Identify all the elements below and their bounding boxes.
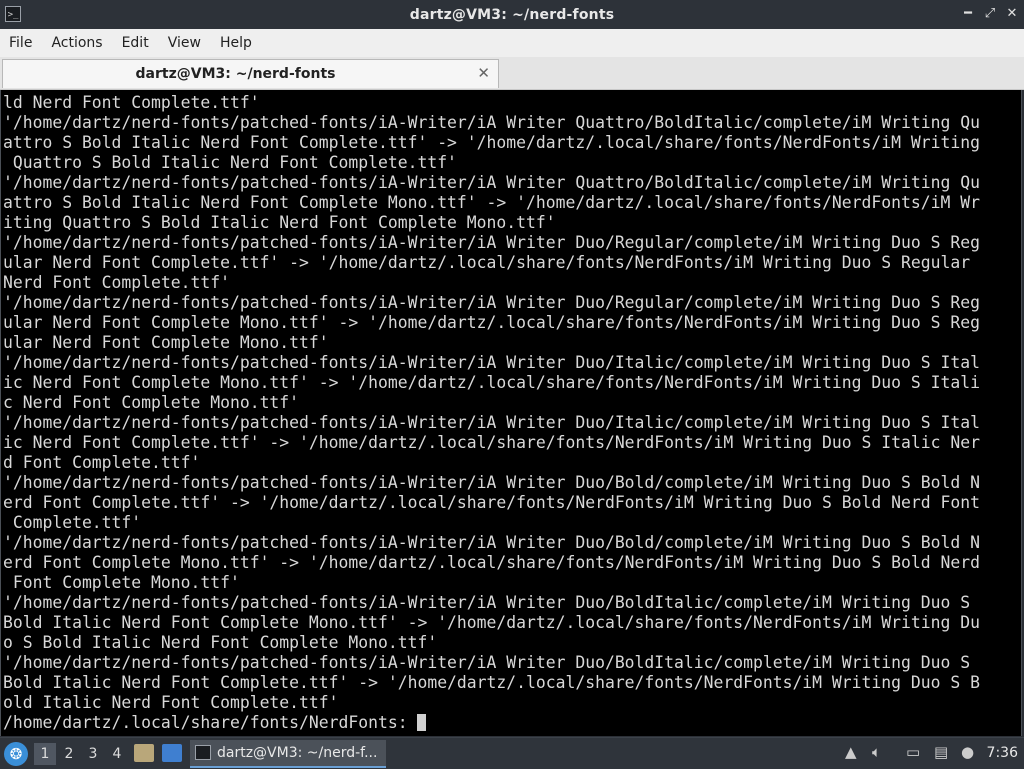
minimize-icon[interactable]: ━ [960, 4, 976, 24]
terminal-line: '/home/dartz/nerd-fonts/patched-fonts/iA… [3, 413, 980, 432]
tab-close-icon[interactable]: ✕ [477, 64, 490, 82]
terminal-line: Font Complete Mono.ttf' [3, 573, 240, 592]
window-title: dartz@VM3: ~/nerd-fonts [409, 6, 615, 23]
workspace-3[interactable]: 3 [82, 743, 104, 765]
terminal-icon [195, 745, 211, 760]
terminal-line: o S Bold Italic Nerd Font Complete Mono.… [3, 633, 438, 652]
task-label: dartz@VM3: ~/nerd-f... [217, 745, 378, 761]
terminal-line: '/home/dartz/nerd-fonts/patched-fonts/iA… [3, 533, 980, 552]
window-titlebar[interactable]: >_ dartz@VM3: ~/nerd-fonts ━ ⤢ ✕ [0, 0, 1024, 29]
terminal-line: Quattro S Bold Italic Nerd Font Complete… [3, 153, 457, 172]
terminal-line: attro S Bold Italic Nerd Font Complete M… [3, 193, 980, 212]
terminal-output[interactable]: ld Nerd Font Complete.ttf' '/home/dartz/n… [0, 90, 1022, 736]
window-controls: ━ ⤢ ✕ [960, 4, 1020, 24]
desktop-icon[interactable] [162, 744, 182, 762]
terminal-line: c Nerd Font Complete Mono.ttf' [3, 393, 300, 412]
terminal-line: ular Nerd Font Complete.ttf' -> '/home/d… [3, 253, 980, 272]
terminal-line: Complete.ttf' [3, 513, 142, 532]
taskbar: ❂ 1 2 3 4 dartz@VM3: ~/nerd-f... ▲ 🔈︎ ▭ … [0, 737, 1024, 769]
restore-icon[interactable]: ⤢ [982, 4, 998, 24]
menu-view[interactable]: View [159, 35, 211, 51]
menu-edit[interactable]: Edit [113, 35, 159, 51]
terminal-line: Bold Italic Nerd Font Complete.ttf' -> '… [3, 673, 980, 692]
taskbar-task-terminal[interactable]: dartz@VM3: ~/nerd-f... [190, 740, 386, 768]
terminal-cursor [417, 714, 427, 731]
workspace-4[interactable]: 4 [106, 743, 128, 765]
menu-file[interactable]: File [0, 35, 42, 51]
terminal-line: erd Font Complete.ttf' -> '/home/dartz/.… [3, 493, 980, 512]
start-menu-icon[interactable]: ❂ [4, 742, 28, 766]
close-icon[interactable]: ✕ [1004, 4, 1020, 24]
terminal-line: Bold Italic Nerd Font Complete Mono.ttf'… [3, 613, 980, 632]
terminal-tab[interactable]: dartz@VM3: ~/nerd-fonts ✕ [2, 59, 499, 88]
terminal-line: d Font Complete.ttf' [3, 453, 201, 472]
notification-icon[interactable]: ● [961, 743, 974, 761]
terminal-line: iting Quattro S Bold Italic Nerd Font Co… [3, 213, 556, 232]
terminal-app-icon: >_ [5, 6, 21, 22]
menu-actions[interactable]: Actions [42, 35, 112, 51]
terminal-line: '/home/dartz/nerd-fonts/patched-fonts/iA… [3, 113, 980, 132]
terminal-prompt: /home/dartz/.local/share/fonts/NerdFonts… [3, 713, 418, 732]
terminal-line: '/home/dartz/nerd-fonts/patched-fonts/iA… [3, 653, 980, 672]
terminal-line: old Italic Nerd Font Complete.ttf' [3, 693, 339, 712]
terminal-line: '/home/dartz/nerd-fonts/patched-fonts/iA… [3, 173, 980, 192]
terminal-line: ic Nerd Font Complete.ttf' -> '/home/dar… [3, 433, 980, 452]
menu-bar: File Actions Edit View Help [0, 29, 1024, 58]
clipboard-icon[interactable]: ▤ [934, 743, 948, 761]
terminal-line: ic Nerd Font Complete Mono.ttf' -> '/hom… [3, 373, 980, 392]
clock[interactable]: 7:36 [987, 745, 1018, 761]
terminal-line: '/home/dartz/nerd-fonts/patched-fonts/iA… [3, 233, 980, 252]
workspace-2[interactable]: 2 [58, 743, 80, 765]
volume-icon[interactable]: 🔈︎ [872, 743, 881, 761]
tab-bar: dartz@VM3: ~/nerd-fonts ✕ [0, 57, 1024, 90]
file-manager-icon[interactable] [134, 744, 154, 762]
terminal-line: '/home/dartz/nerd-fonts/patched-fonts/iA… [3, 473, 980, 492]
workspace-1[interactable]: 1 [34, 743, 56, 765]
terminal-line: attro S Bold Italic Nerd Font Complete.t… [3, 133, 980, 152]
terminal-line: ular Nerd Font Complete Mono.ttf' [3, 333, 329, 352]
terminal-line: '/home/dartz/nerd-fonts/patched-fonts/iA… [3, 593, 980, 612]
network-icon[interactable]: ▲ [845, 743, 857, 761]
terminal-line: ular Nerd Font Complete Mono.ttf' -> '/h… [3, 313, 980, 332]
terminal-prompt-line[interactable]: /home/dartz/.local/share/fonts/NerdFonts… [3, 713, 1021, 733]
terminal-line: '/home/dartz/nerd-fonts/patched-fonts/iA… [3, 293, 980, 312]
terminal-line: erd Font Complete Mono.ttf' -> '/home/da… [3, 553, 980, 572]
menu-help[interactable]: Help [211, 35, 262, 51]
terminal-line: Nerd Font Complete.ttf' [3, 273, 230, 292]
terminal-line: '/home/dartz/nerd-fonts/patched-fonts/iA… [3, 353, 980, 372]
tab-label: dartz@VM3: ~/nerd-fonts [135, 66, 336, 82]
terminal-line: ld Nerd Font Complete.ttf' [3, 93, 260, 112]
display-icon[interactable]: ▭ [906, 743, 920, 761]
